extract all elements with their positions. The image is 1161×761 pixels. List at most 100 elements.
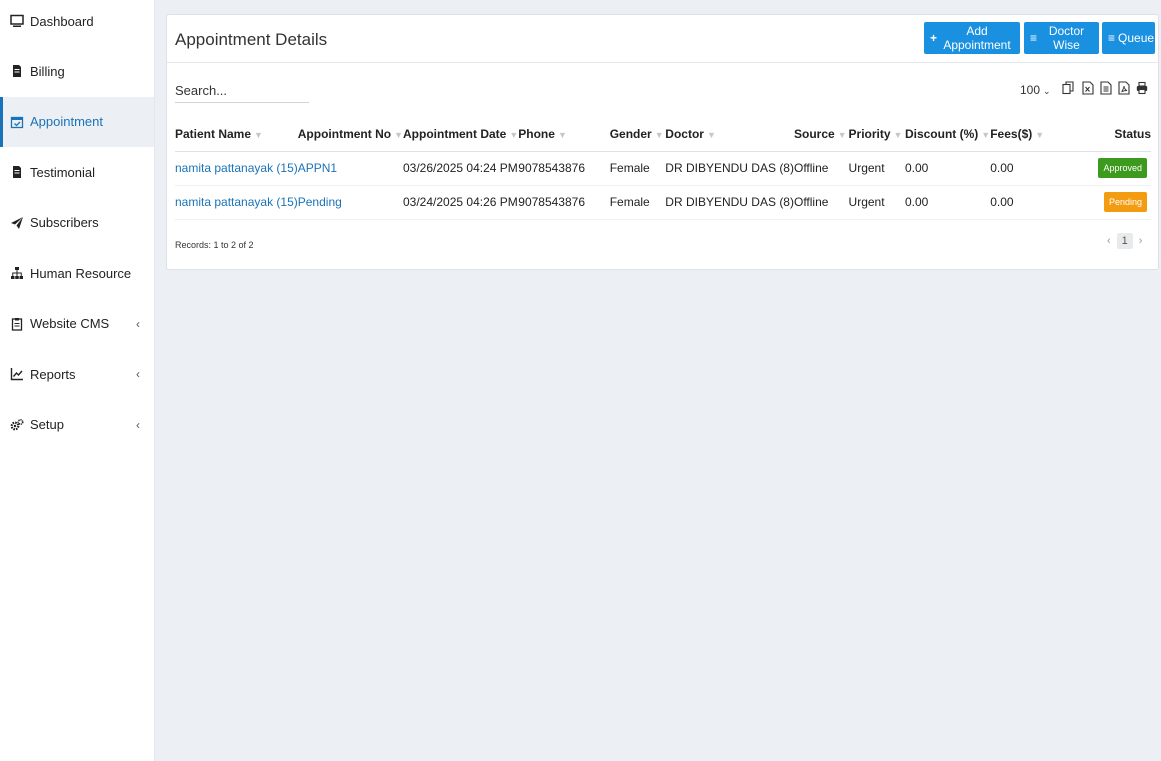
clipboard-icon	[10, 317, 24, 331]
appointments-table: Patient Name ▼ Appointment No ▼ Appointmen…	[175, 117, 1151, 220]
chevron-left-icon: ‹	[136, 316, 140, 331]
sidebar-item-label: Dashboard	[30, 14, 94, 29]
sidebar-item-label: Website CMS	[30, 316, 110, 332]
csv-icon[interactable]	[1100, 81, 1112, 95]
page-title: Appointment Details	[175, 30, 328, 49]
fees: 0.00	[990, 151, 1058, 186]
sidebar-item-billing[interactable]: Billing	[0, 46, 154, 97]
patient-link[interactable]: namita pattanayak (15)	[175, 195, 298, 209]
add-appointment-label: Add Appointment	[943, 24, 1011, 52]
print-icon[interactable]	[1136, 81, 1148, 95]
source: Offline	[793, 185, 849, 220]
chevron-left-icon: ‹	[136, 417, 140, 432]
plus-icon: +	[930, 31, 938, 45]
sidebar: Dashboard Billing Appointment Testimonia…	[0, 0, 155, 761]
sort-icon: ▼	[394, 129, 403, 140]
column-header[interactable]: Source ▼	[793, 117, 849, 152]
patient-link[interactable]: namita pattanayak (15)	[175, 161, 298, 175]
pagination: ‹ 1 ›	[1107, 233, 1142, 249]
appointment-no-link[interactable]: APPN1	[298, 161, 337, 175]
column-header[interactable]: Gender ▼	[609, 117, 666, 152]
pdf-icon[interactable]	[1118, 81, 1130, 95]
sidebar-item-subscribers[interactable]: Subscribers	[0, 198, 154, 249]
sort-icon: ▼	[654, 129, 664, 140]
sidebar-item-dashboard[interactable]: Dashboard	[0, 0, 154, 46]
sidebar-item-label: Subscribers	[30, 215, 99, 231]
phone: 9078543876	[518, 151, 610, 186]
sidebar-item-appointment[interactable]: Appointment	[0, 96, 154, 147]
column-header[interactable]: Patient Name ▼	[175, 117, 298, 152]
appointment-date: 03/24/2025 04:26 PM	[403, 185, 519, 220]
next-page-button[interactable]: ›	[1139, 235, 1143, 247]
discount: 0.00	[904, 151, 991, 186]
column-header[interactable]: Discount (%) ▼	[904, 117, 991, 152]
monitor-icon	[10, 14, 24, 28]
list-icon: ≡	[1108, 31, 1116, 45]
page-size-select[interactable]: 100 ⌄	[1020, 83, 1051, 97]
sidebar-item-website-cms[interactable]: Website CMS ‹	[0, 299, 154, 350]
chart-line-icon	[10, 367, 24, 381]
sidebar-item-label: Billing	[30, 63, 65, 79]
chevron-down-icon: ⌄	[1043, 86, 1051, 96]
sitemap-icon	[10, 266, 24, 280]
column-header[interactable]: Phone ▼	[518, 117, 610, 152]
doctor-wise-button[interactable]: ≡ Doctor Wise	[1024, 22, 1099, 54]
column-header: Status	[1057, 117, 1151, 152]
sort-icon: ▼	[837, 129, 847, 140]
list-icon: ≡	[1030, 31, 1038, 45]
page-size-value: 100	[1020, 83, 1041, 97]
priority: Urgent	[848, 151, 905, 186]
paper-plane-icon	[10, 216, 24, 230]
status-badge[interactable]: Pending	[1103, 192, 1147, 212]
sort-icon: ▼	[254, 129, 263, 140]
status-badge[interactable]: Approved	[1098, 158, 1147, 178]
copy-icon[interactable]	[1062, 81, 1074, 95]
sidebar-item-human-resource[interactable]: Human Resource	[0, 248, 154, 299]
doctor: DR DIBYENDU DAS (8)	[665, 151, 794, 186]
sort-icon: ▼	[981, 129, 991, 140]
doctor-wise-label: Doctor Wise	[1048, 24, 1085, 52]
phone: 9078543876	[518, 185, 610, 220]
table-row: namita pattanayak (15) APPN1 03/26/2025 …	[175, 151, 1151, 186]
calendar-check-icon	[10, 115, 24, 129]
cogs-icon	[10, 418, 24, 432]
sort-icon: ▼	[706, 129, 716, 140]
appointment-no-link[interactable]: Pending	[298, 195, 342, 209]
prev-page-button[interactable]: ‹	[1107, 235, 1111, 247]
gender: Female	[609, 185, 666, 220]
column-header[interactable]: Appointment Date ▼	[403, 117, 519, 152]
sort-icon: ▼	[557, 129, 567, 140]
sidebar-item-reports[interactable]: Reports ‹	[0, 349, 154, 400]
sidebar-item-label: Testimonial	[30, 164, 96, 180]
search-input[interactable]	[175, 79, 309, 103]
excel-icon[interactable]	[1082, 81, 1094, 95]
sidebar-item-label: Appointment	[30, 114, 103, 130]
column-header[interactable]: Priority ▼	[848, 117, 905, 152]
queue-label: Queue	[1118, 31, 1155, 45]
appointment-card: Appointment Details + Add Appointment ≡ …	[166, 14, 1159, 270]
queue-button[interactable]: ≡ Queue	[1102, 22, 1155, 54]
file-icon	[10, 165, 24, 179]
sidebar-item-label: Setup	[30, 417, 64, 433]
sort-icon: ▼	[1035, 129, 1045, 140]
sidebar-item-label: Human Resource	[30, 265, 132, 281]
sidebar-item-label: Reports	[30, 366, 76, 382]
source: Offline	[793, 151, 849, 186]
table-header-row: Patient Name ▼ Appointment No ▼ Appointmen…	[175, 117, 1151, 152]
records-count: Records: 1 to 2 of 2	[175, 240, 254, 250]
sidebar-item-setup[interactable]: Setup ‹	[0, 400, 154, 451]
column-header[interactable]: Doctor ▼	[665, 117, 794, 152]
sort-icon: ▼	[893, 129, 903, 140]
page-number-button[interactable]: 1	[1116, 233, 1133, 249]
card-header: Appointment Details + Add Appointment ≡ …	[167, 15, 1158, 63]
file-icon	[10, 64, 24, 78]
fees: 0.00	[990, 185, 1058, 220]
discount: 0.00	[904, 185, 991, 220]
table-row: namita pattanayak (15) Pending 03/24/202…	[175, 185, 1151, 220]
doctor: DR DIBYENDU DAS (8)	[665, 185, 794, 220]
sidebar-item-testimonial[interactable]: Testimonial	[0, 147, 154, 198]
column-header[interactable]: Appointment No ▼	[297, 117, 403, 152]
add-appointment-button[interactable]: + Add Appointment	[924, 22, 1020, 54]
column-header[interactable]: Fees($) ▼	[990, 117, 1058, 152]
chevron-left-icon: ‹	[136, 367, 140, 382]
